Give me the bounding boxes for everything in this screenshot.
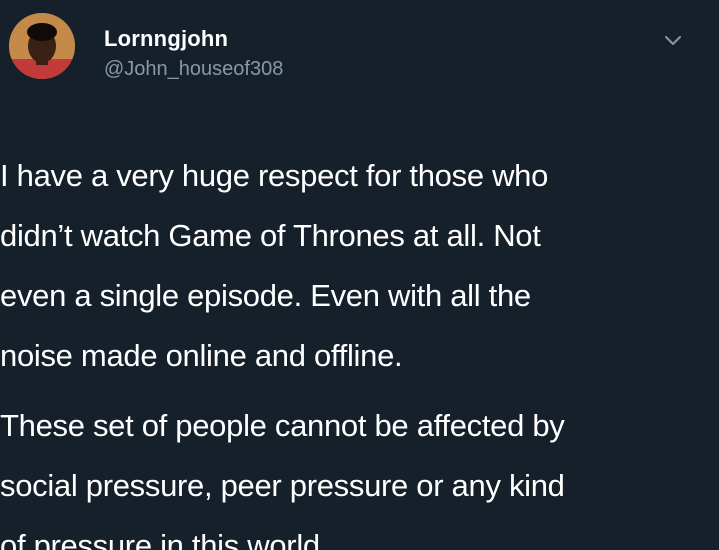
avatar[interactable]	[9, 13, 75, 79]
author-display-name[interactable]: Lornngjohn	[104, 26, 228, 52]
avatar-image	[9, 13, 75, 79]
tweet-paragraph: These set of people cannot be affected b…	[0, 408, 565, 550]
author-handle[interactable]: @John_houseof308	[104, 58, 283, 81]
tweet-header: Lornngjohn @John_houseof308	[0, 0, 719, 120]
chevron-down-icon[interactable]	[660, 28, 686, 54]
tweet-text: I have a very huge respect for those who…	[0, 146, 715, 550]
tweet-paragraph: I have a very huge respect for those who…	[0, 158, 549, 373]
tweet-card: Lornngjohn @John_houseof308 I have a ver…	[0, 0, 719, 550]
